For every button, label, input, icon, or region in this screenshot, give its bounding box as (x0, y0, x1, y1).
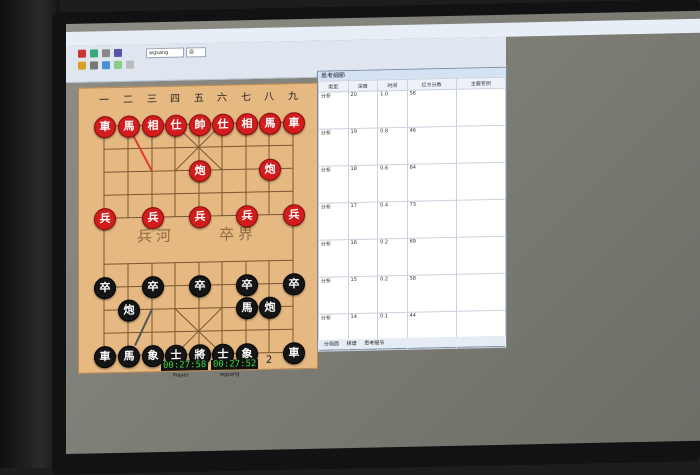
col-header-time: 时间 (377, 79, 408, 91)
river-right: 卒界 (219, 224, 258, 244)
green-icon[interactable] (90, 49, 98, 58)
gray-icon[interactable] (102, 49, 110, 58)
cell-pv (456, 273, 506, 312)
tab-position[interactable]: 分局面 (324, 341, 339, 347)
file-label-4: 四 (170, 93, 180, 105)
cell-score: 56 (407, 89, 457, 128)
cell-depth: 19 (348, 127, 378, 166)
col-header-depth: 深度 (348, 79, 378, 92)
table-row[interactable]: 分析 17 0.4 73 (318, 199, 506, 241)
tool-icon[interactable] (90, 61, 98, 70)
black-player-name: wgsang (220, 371, 240, 378)
cell-type: 分析 (318, 165, 349, 204)
red-player-name: Player (173, 372, 189, 379)
cell-type: 分析 (318, 91, 349, 130)
cell-score: 69 (407, 237, 457, 276)
mode-field[interactable]: 自 (186, 47, 206, 58)
cell-depth: 15 (348, 275, 378, 314)
cell-pv (456, 125, 506, 164)
room-background (0, 0, 60, 468)
green-tool-icon[interactable] (114, 60, 122, 69)
table-row[interactable]: 分析 16 0.2 69 (318, 236, 506, 278)
cell-score: 73 (407, 200, 457, 239)
cell-pv (456, 236, 506, 275)
cell-score: 64 (407, 163, 457, 202)
cell-pv (456, 199, 506, 238)
cell-depth: 16 (348, 238, 378, 277)
cell-type: 分析 (318, 202, 349, 241)
file-label-9: 九 (288, 91, 298, 103)
file-label-7: 七 (241, 92, 251, 104)
tab-thinking[interactable]: 思考細节 (364, 340, 384, 346)
cell-depth: 18 (348, 164, 378, 203)
cell-time: 0.8 (377, 127, 408, 165)
analysis-panel: 思考細節 类型 深度 时间 红方分数 主要变例 分析 20 1.0 56 分析 … (317, 66, 507, 352)
red-flag-icon[interactable] (78, 49, 86, 58)
blue-tool-icon[interactable] (102, 61, 110, 70)
yellow-icon[interactable] (78, 61, 86, 70)
gray-tool-icon[interactable] (126, 60, 134, 69)
cell-type: 分析 (318, 276, 349, 315)
analysis-table: 类型 深度 时间 红方分数 主要变例 分析 20 1.0 56 分析 19 0.… (318, 77, 506, 352)
cell-time: 0.6 (377, 164, 408, 202)
cell-depth: 17 (348, 201, 378, 240)
monitor-screen: wgsang 自 一 二 三 四 五 六 七 八 九 2 兵河 卒界 車 馬 相… (66, 10, 700, 454)
cell-time: 0.2 (377, 275, 408, 313)
cell-depth: 20 (348, 90, 378, 129)
file-label-5: 五 (194, 93, 204, 105)
table-row[interactable]: 分析 15 0.2 58 (318, 273, 506, 315)
tab-record[interactable]: 棋谱 (347, 341, 357, 347)
cell-score: 58 (407, 274, 457, 313)
file-label-6: 六 (217, 92, 227, 104)
file-label-bottom-2: 2 (265, 354, 273, 366)
cell-pv (456, 88, 506, 127)
xiangqi-board[interactable]: 一 二 三 四 五 六 七 八 九 9 8 7 6 5 4 3 2 1 兵河 卒… (78, 82, 318, 374)
file-label-2: 二 (123, 94, 133, 106)
cell-pv (456, 162, 506, 201)
file-label-8: 八 (264, 91, 274, 103)
black-clock: 00:27:52 (211, 358, 259, 370)
file-label-3: 三 (147, 94, 157, 106)
cell-time: 0.4 (377, 201, 408, 239)
cell-type: 分析 (318, 128, 349, 167)
cell-score: 46 (407, 126, 457, 165)
blue-icon[interactable] (114, 48, 122, 57)
engine-field[interactable]: wgsang (146, 47, 184, 59)
table-row[interactable]: 分析 20 1.0 56 (318, 88, 506, 130)
col-header-type: 类型 (318, 80, 349, 93)
table-row[interactable]: 分析 18 0.6 64 (318, 162, 506, 204)
cell-time: 0.2 (377, 238, 408, 276)
red-clock: 00:27:58 (161, 360, 209, 372)
table-row[interactable]: 分析 19 0.8 46 (318, 125, 506, 167)
cell-type: 分析 (318, 239, 349, 278)
cell-time: 1.0 (377, 90, 408, 128)
file-label-1: 一 (99, 95, 109, 107)
